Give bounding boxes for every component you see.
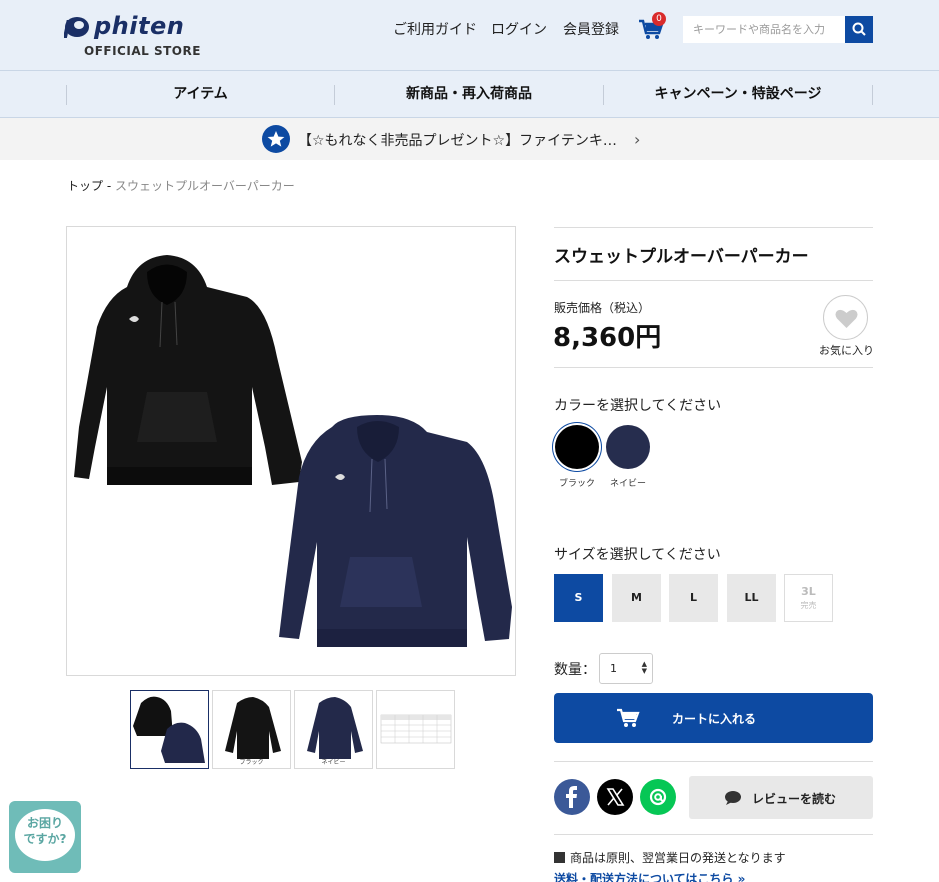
- thumbnail-caption: ブラック: [239, 759, 264, 766]
- divider: [554, 367, 873, 368]
- search-input[interactable]: [683, 16, 845, 43]
- x-icon: [606, 788, 625, 806]
- breadcrumb: トップ - スウェットプルオーバーパーカー: [67, 177, 295, 194]
- shipping-note-text: 商品は原則、翌営業日の発送となります: [570, 851, 786, 865]
- heart-icon: [835, 309, 858, 328]
- color-swatch-black[interactable]: [555, 425, 599, 469]
- color-swatch-navy[interactable]: [606, 425, 650, 469]
- soldout-label: 完売: [800, 601, 817, 610]
- facebook-icon: [566, 786, 577, 808]
- product-price: 8,360円: [553, 323, 662, 353]
- color-select-label: カラーを選択してください: [554, 398, 722, 414]
- thumbnail-black[interactable]: ブラック: [212, 690, 291, 769]
- x-share-button[interactable]: [597, 779, 633, 815]
- cart-count-badge: 0: [652, 12, 666, 26]
- logo-subtitle: OFFICIAL STORE: [84, 44, 201, 58]
- divider: [554, 280, 873, 281]
- size-chart-image: [380, 714, 452, 744]
- favorite-label: お気に入り: [819, 344, 874, 357]
- divider: [554, 834, 873, 835]
- divider: [554, 761, 873, 762]
- breadcrumb-separator: -: [103, 179, 115, 193]
- size-select-label: サイズを選択してください: [554, 547, 721, 563]
- size-option-ll[interactable]: LL: [727, 574, 776, 622]
- help-line-1: お困り: [26, 816, 63, 830]
- facebook-share-button[interactable]: [554, 779, 590, 815]
- search-icon: [852, 22, 866, 36]
- star-badge: [262, 125, 290, 153]
- black-hoodie-illustration: [74, 255, 302, 485]
- size-option-s[interactable]: S: [554, 574, 603, 622]
- quantity-select[interactable]: 1 ▲ ▼: [599, 653, 653, 684]
- logo-wordmark: phiten: [94, 12, 185, 40]
- register-link[interactable]: 会員登録: [563, 19, 619, 39]
- square-bullet-icon: [554, 852, 565, 863]
- thumbnail-size-chart[interactable]: [376, 690, 455, 769]
- select-arrows-icon: ▲ ▼: [641, 660, 647, 675]
- cart-button[interactable]: 0: [638, 12, 666, 42]
- search-button[interactable]: [845, 16, 873, 43]
- phiten-mark-icon: [64, 17, 89, 38]
- breadcrumb-top-link[interactable]: トップ: [67, 179, 103, 193]
- quantity-value: 1: [610, 662, 617, 675]
- category-nav: アイテム 新商品・再入荷商品 キャンペーン・特設ページ: [0, 71, 939, 118]
- banner-text: 【☆もれなく非売品プレゼント☆】ファイテンキ…: [298, 133, 617, 149]
- product-title: スウェットプルオーバーパーカー: [554, 247, 809, 267]
- thumbnail-navy[interactable]: ネイビー: [294, 690, 373, 769]
- size-option-l[interactable]: L: [669, 574, 718, 622]
- hoodie-product-image: [74, 255, 512, 647]
- help-chat-button[interactable]: お困り ですか?: [9, 801, 81, 873]
- product-main-image[interactable]: [66, 226, 516, 676]
- favorite-button[interactable]: [823, 295, 868, 340]
- color-name-black: ブラック: [558, 479, 595, 489]
- breadcrumb-current: スウェットプルオーバーパーカー: [114, 179, 295, 193]
- line-icon: [649, 788, 667, 806]
- add-to-cart-button[interactable]: カートに入れる: [554, 693, 873, 743]
- chevron-right-icon[interactable]: ›: [634, 130, 640, 149]
- line-share-button[interactable]: [640, 779, 676, 815]
- price-label: 販売価格（税込）: [554, 301, 651, 315]
- site-header: phiten OFFICIAL STORE ご利用ガイド ログイン 会員登録 0: [0, 0, 939, 71]
- divider: [554, 227, 873, 228]
- add-to-cart-label: カートに入れる: [672, 712, 757, 726]
- nav-divider: [872, 85, 873, 105]
- cart-icon: [617, 708, 640, 727]
- nav-item-campaign[interactable]: キャンペーン・特設ページ: [604, 71, 872, 118]
- size-label-3l: 3L: [801, 585, 816, 598]
- nav-item-items[interactable]: アイテム: [67, 71, 334, 118]
- guide-link[interactable]: ご利用ガイド: [393, 19, 477, 39]
- phiten-logo[interactable]: phiten OFFICIAL STORE: [64, 12, 204, 60]
- shipping-info-link[interactable]: 送料・配送方法についてはこちら »: [554, 870, 745, 882]
- quantity-label: 数量：: [554, 662, 596, 678]
- thumbnail-both-colors[interactable]: [130, 690, 209, 769]
- help-line-2: ですか?: [23, 832, 67, 846]
- thumb-image: [133, 696, 205, 763]
- announcement-banner[interactable]: 【☆もれなく非売品プレゼント☆】ファイテンキ… ›: [0, 118, 939, 160]
- thumbnail-caption: ネイビー: [321, 759, 346, 766]
- color-name-navy: ネイビー: [609, 479, 646, 489]
- login-link[interactable]: ログイン: [491, 19, 547, 39]
- read-reviews-label: レビューを読む: [752, 792, 837, 806]
- size-option-m[interactable]: M: [612, 574, 661, 622]
- nav-item-new-arrivals[interactable]: 新商品・再入荷商品: [335, 71, 603, 118]
- size-option-3l-soldout: 3L 完売: [784, 574, 833, 622]
- star-icon: [267, 131, 285, 147]
- speech-bubble-icon: [725, 791, 741, 805]
- shipping-note: 商品は原則、翌営業日の発送となります: [554, 849, 786, 866]
- help-text: お困り ですか?: [9, 815, 81, 847]
- read-reviews-button[interactable]: レビューを読む: [689, 776, 873, 819]
- navy-hoodie-illustration: [279, 415, 512, 647]
